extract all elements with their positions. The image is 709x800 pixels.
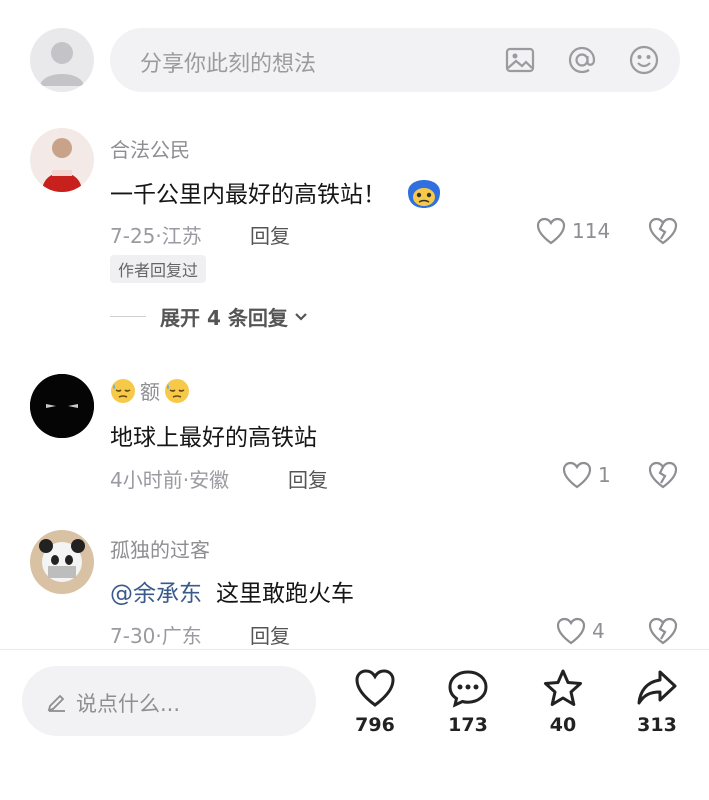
expand-replies-label: 展开 4 条回复 — [160, 306, 288, 330]
reply-button[interactable]: 回复 — [250, 220, 290, 249]
like-count: 4 — [592, 619, 605, 643]
comment-text: 地球上最好的高铁站 — [110, 425, 317, 451]
share-arrow-icon — [637, 670, 677, 705]
heart-icon — [562, 461, 592, 489]
comment-text: 一千公里内最好的高铁站！ — [110, 182, 386, 208]
like-button[interactable]: 1 — [562, 461, 611, 489]
favorite-count: 40 — [549, 714, 577, 736]
pencil-icon — [47, 694, 65, 712]
comment-input-placeholder: 说点什么... — [76, 692, 181, 716]
comment-text: 这里敢跑火车 — [216, 581, 354, 607]
like-action-button[interactable]: 796 — [340, 668, 410, 736]
commenter-avatar[interactable] — [30, 128, 94, 192]
comment-bubble-icon — [448, 670, 488, 708]
sweat-face-emoji-icon — [165, 378, 189, 403]
heart-icon — [536, 217, 566, 245]
commenter-name-row[interactable]: 额 — [110, 376, 190, 405]
sweat-face-emoji-icon — [111, 378, 135, 403]
bottom-divider — [0, 649, 709, 650]
comment-input[interactable]: 说点什么... — [22, 666, 316, 736]
commenter-avatar[interactable] — [30, 530, 94, 594]
user-placeholder-icon — [40, 42, 84, 86]
commenter-name: 额 — [140, 380, 160, 404]
comment-count: 173 — [448, 714, 488, 736]
dislike-icon[interactable] — [648, 617, 678, 649]
heart-icon — [556, 617, 586, 645]
emoji-icon[interactable] — [628, 44, 660, 76]
favorite-action-button[interactable]: 40 — [528, 668, 598, 736]
dislike-icon[interactable] — [648, 461, 678, 493]
comment-action-button[interactable]: 173 — [433, 668, 503, 736]
comment-meta: 7-30·广东 — [110, 624, 202, 648]
reply-button[interactable]: 回复 — [250, 620, 290, 649]
composer-placeholder: 分享你此刻的想法 — [140, 52, 317, 77]
mention-link[interactable]: @余承东 — [110, 574, 202, 608]
commenter-avatar[interactable] — [30, 374, 94, 438]
like-count: 1 — [598, 463, 611, 487]
comment-meta: 4小时前·安徽 — [110, 468, 230, 492]
image-icon[interactable] — [504, 44, 536, 76]
share-count: 313 — [637, 714, 677, 736]
expand-replies-button[interactable]: 展开 4 条回复 — [110, 302, 310, 331]
reply-button[interactable]: 回复 — [288, 464, 328, 493]
star-icon — [544, 669, 582, 706]
chevron-down-icon — [295, 312, 307, 321]
comment-composer[interactable]: 分享你此刻的想法 — [110, 28, 680, 92]
heart-icon — [355, 669, 395, 707]
author-replied-badge: 作者回复过 — [110, 255, 207, 283]
current-user-avatar[interactable] — [30, 28, 94, 92]
dislike-icon[interactable] — [648, 217, 678, 249]
commenter-name[interactable]: 孤独的过客 — [110, 534, 210, 563]
share-action-button[interactable]: 313 — [622, 668, 692, 736]
comment-meta: 7-25·江苏 — [110, 224, 202, 248]
commenter-name[interactable]: 合法公民 — [110, 134, 190, 163]
like-button[interactable]: 114 — [536, 217, 610, 245]
crying-face-emoji-icon — [404, 170, 444, 214]
expand-divider — [110, 316, 146, 317]
like-button[interactable]: 4 — [556, 617, 605, 645]
mention-icon[interactable] — [566, 44, 598, 76]
like-count: 796 — [355, 714, 395, 736]
like-count: 114 — [572, 219, 611, 243]
